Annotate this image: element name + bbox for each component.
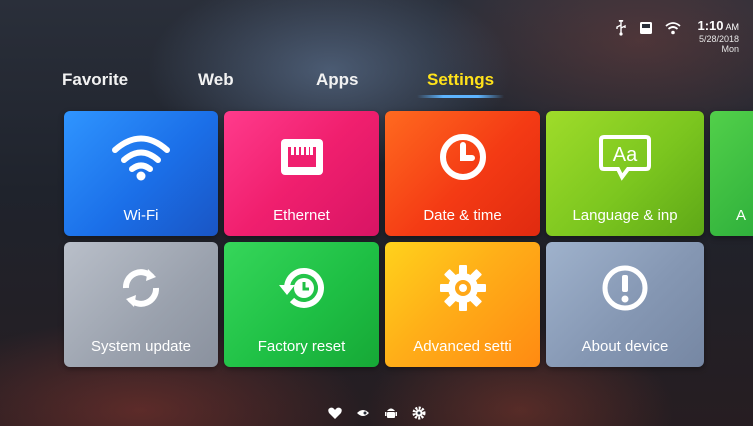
tile-about-device[interactable]: About device [546,242,704,367]
tile-wifi-label: Wi-Fi [123,207,159,224]
status-bar: 1:10 AM 5/28/2018 Mon [615,18,739,54]
tab-settings-label: Settings [427,70,495,89]
heart-icon[interactable] [326,404,344,422]
android-icon[interactable] [382,404,400,422]
tab-settings[interactable]: Settings [417,70,505,98]
tile-wifi[interactable]: Wi-Fi [64,111,218,236]
tab-favorite[interactable]: Favorite [62,70,128,90]
svg-text:Aa: Aa [613,144,638,166]
rocket-icon[interactable] [354,404,372,422]
tile-factory-reset[interactable]: Factory reset [224,242,379,367]
refresh-icon [64,242,218,334]
sd-card-icon [639,18,653,38]
tile-partial[interactable]: A [710,111,753,236]
tab-apps[interactable]: Apps [316,70,359,90]
tile-advanced-settings[interactable]: Advanced setti [385,242,540,367]
main-tabs: Favorite Web Apps Settings [0,70,753,100]
tile-ethernet-label: Ethernet [273,207,330,224]
active-tab-indicator [417,95,505,98]
clock-icon [385,111,540,203]
gear-icon [385,242,540,334]
tile-partial-label: A [736,207,747,224]
clock-time: 1:10 [697,18,724,33]
tile-about-device-label: About device [581,338,669,355]
tile-language-label: Language & inp [572,207,678,224]
tab-web[interactable]: Web [198,70,234,90]
clock-date: 5/28/2018 [698,34,739,44]
language-icon: Aa [546,111,704,203]
ethernet-icon [224,111,379,203]
tile-language[interactable]: Aa Language & inp [546,111,704,236]
clock-day: Mon [721,44,739,54]
tile-date-time-label: Date & time [423,207,502,224]
clock: 1:10 AM 5/28/2018 Mon [697,18,739,54]
tile-system-update[interactable]: System update [64,242,218,367]
tile-date-time[interactable]: Date & time [385,111,540,236]
restore-icon [224,242,379,334]
tile-factory-reset-label: Factory reset [257,338,346,355]
tile-advanced-settings-label: Advanced setti [413,338,512,355]
wifi-icon [64,111,218,203]
page-indicator [0,404,753,422]
clock-ampm: AM [725,22,740,32]
tile-ethernet[interactable]: Ethernet [224,111,379,236]
info-icon [546,242,704,334]
wifi-icon [665,18,682,38]
usb-icon [615,18,627,38]
gear-icon[interactable] [410,404,428,422]
tile-system-update-label: System update [90,338,192,355]
